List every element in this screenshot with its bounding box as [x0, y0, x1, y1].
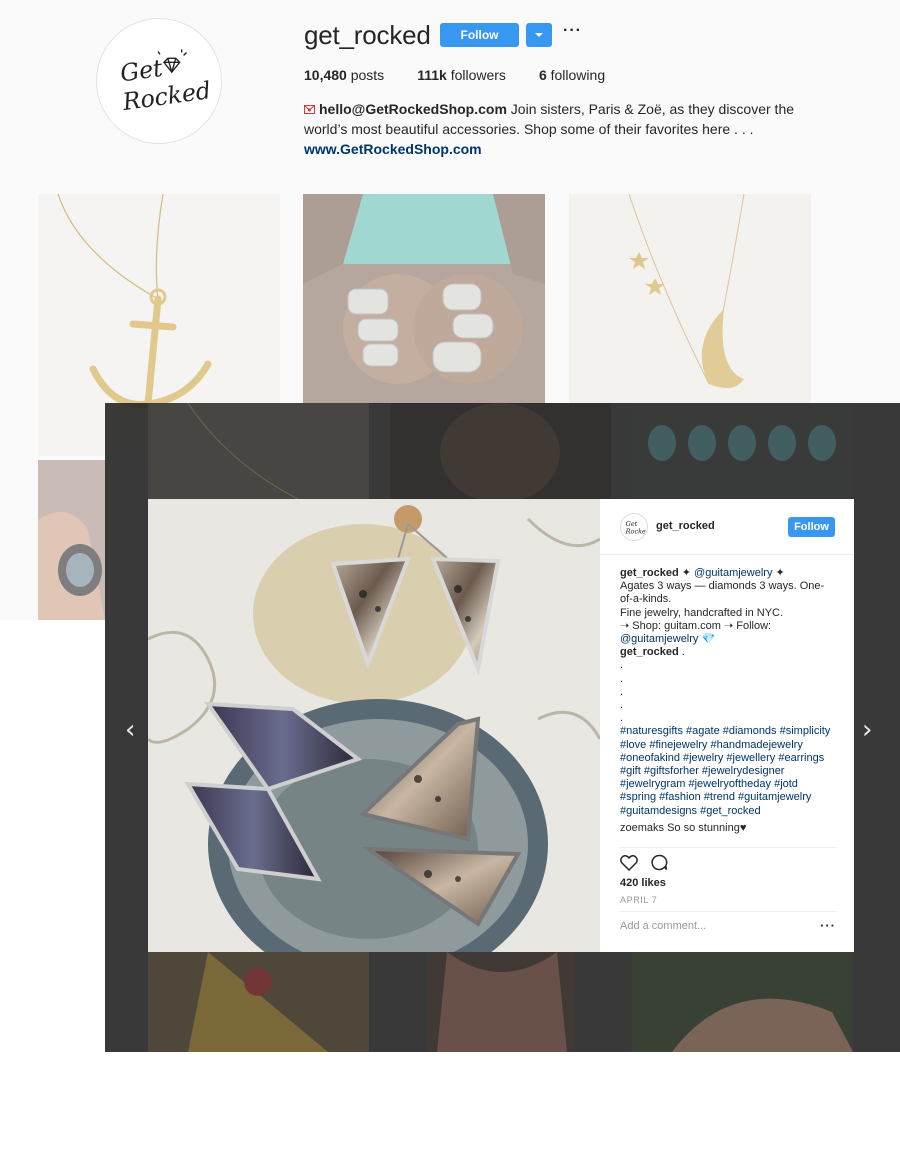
- post-header: Get Rocked get_rocked Follow: [600, 499, 854, 555]
- heart-icon[interactable]: [620, 854, 638, 871]
- grid-post-ring-hand[interactable]: [38, 460, 105, 620]
- bio-email: hello@GetRockedShop.com: [319, 101, 507, 117]
- caption-hashtags[interactable]: #naturesgifts #agate #diamonds #simplici…: [620, 725, 830, 816]
- posts-stat: 10,480 posts: [304, 67, 385, 83]
- comment-icon[interactable]: [650, 854, 668, 871]
- suggestions-dropdown-button[interactable]: [526, 23, 552, 47]
- background-grid-post: [148, 952, 369, 1052]
- svg-text:Rocked: Rocked: [625, 528, 647, 536]
- add-comment-bar: ···: [620, 911, 836, 941]
- post-sidebar: Get Rocked get_rocked Follow get_rocked …: [600, 499, 854, 952]
- caption-author[interactable]: get_rocked: [620, 646, 679, 658]
- agate-earrings-image: [148, 499, 600, 952]
- post-photo[interactable]: [148, 499, 600, 952]
- comment-options-button[interactable]: ···: [820, 918, 836, 933]
- post-date: APRIL 7: [620, 895, 658, 905]
- caption-mention[interactable]: @guitamjewelry: [694, 567, 772, 579]
- background-grid-post: [427, 952, 575, 1052]
- background-grid-post: [632, 952, 853, 1052]
- caret-down-icon: [535, 33, 543, 37]
- envelope-icon: [304, 105, 315, 114]
- caption-mention[interactable]: @guitamjewelry: [620, 633, 698, 645]
- grid-post-moon-necklace[interactable]: [569, 194, 811, 404]
- profile-username: get_rocked: [304, 20, 431, 50]
- followers-stat[interactable]: 111k followers: [417, 67, 506, 83]
- follow-button[interactable]: Follow: [440, 23, 519, 47]
- following-stat[interactable]: 6 following: [539, 67, 605, 83]
- more-options-button[interactable]: ···: [563, 22, 582, 40]
- bio-website-link[interactable]: www.GetRockedShop.com: [304, 139, 824, 159]
- profile-avatar[interactable]: Get Rocked: [96, 18, 222, 144]
- moon-necklace-image: [569, 194, 811, 404]
- post-actions: [620, 847, 836, 877]
- get-rocked-logo-small: Get Rocked: [625, 520, 647, 536]
- profile-stats: 10,480 posts 111k followers 6 following: [304, 67, 638, 83]
- grid-post-rings-hands[interactable]: [303, 194, 545, 404]
- post-caption: get_rocked ✦ @guitamjewelry ✦ Agates 3 w…: [620, 567, 836, 843]
- background-grid-post: [390, 403, 611, 499]
- caption-author[interactable]: get_rocked: [620, 567, 679, 579]
- get-rocked-logo: Get Rocked: [118, 49, 213, 116]
- likes-count[interactable]: 420 likes: [620, 877, 666, 889]
- next-post-arrow[interactable]: ›: [862, 715, 872, 745]
- post-author-avatar[interactable]: Get Rocked: [620, 513, 648, 541]
- previous-post-arrow[interactable]: ‹: [125, 715, 135, 745]
- post-follow-button[interactable]: Follow: [788, 517, 835, 537]
- profile-bio: hello@GetRockedShop.com Join sisters, Pa…: [304, 99, 824, 159]
- rings-hands-image: [303, 194, 545, 404]
- add-comment-input[interactable]: [620, 920, 800, 932]
- comment-item: zoemaks So so stunning♥: [620, 821, 747, 834]
- post-modal: Get Rocked get_rocked Follow get_rocked …: [148, 499, 854, 952]
- background-grid-post: [632, 403, 853, 499]
- background-grid-post: [148, 403, 369, 499]
- post-author-username[interactable]: get_rocked: [656, 520, 715, 532]
- ring-hand-image: [38, 460, 105, 620]
- gem-icon: 💎: [701, 633, 716, 646]
